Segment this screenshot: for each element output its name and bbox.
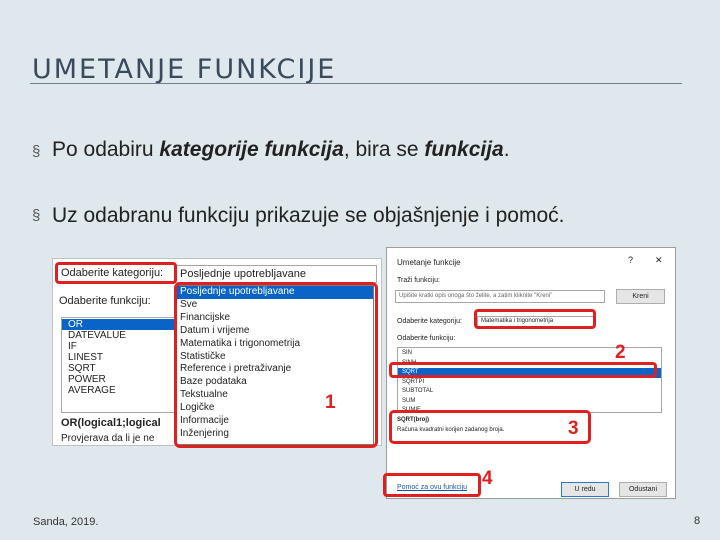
function-description: Provjerava da li je ne <box>61 433 155 444</box>
highlight-selected-function <box>389 362 657 378</box>
find-button[interactable]: Kreni <box>616 289 665 304</box>
bullet-marker: § <box>32 207 41 224</box>
callout-number: 3 <box>568 418 579 439</box>
bullet-text: Uz odabranu funkciju prikazuje se objašn… <box>52 204 565 227</box>
ok-button[interactable]: U redu <box>561 482 609 497</box>
footer-author: Sanda, 2019. <box>33 516 99 528</box>
list-item[interactable]: SUBTOTAL <box>398 387 661 397</box>
bullet-explanation-help: § Uz odabranu funkciju prikazuje se obja… <box>32 201 652 231</box>
close-icon[interactable]: ✕ <box>655 255 663 266</box>
callout-number: 1 <box>325 392 336 413</box>
list-item[interactable]: SUM <box>398 397 661 407</box>
callout-number: 4 <box>482 468 493 489</box>
function-label: Odaberite funkciju: <box>59 295 151 307</box>
highlight-category-dropdown <box>174 282 378 448</box>
dialog-title: Umetanje funkcije <box>397 258 461 267</box>
search-input[interactable]: Upišite kratki opis onoga što želite, a … <box>395 290 605 303</box>
title-divider <box>30 83 682 84</box>
function-label: Odaberite funkciju: <box>397 335 456 342</box>
search-label: Traži funkciju: <box>397 277 440 284</box>
bullet-marker: § <box>32 143 41 160</box>
highlight-category-label <box>55 262 177 284</box>
list-item[interactable]: SQRTPI <box>398 378 661 388</box>
highlight-help-link <box>383 473 481 497</box>
highlight-function-description <box>389 410 591 444</box>
callout-number: 2 <box>615 342 626 363</box>
bullet-text: Po odabiru kategorije funkcija, bira se … <box>52 138 510 161</box>
slide-title: UMETANJE FUNKCIJE <box>32 54 337 85</box>
bullet-category-function: § Po odabiru kategorije funkcija, bira s… <box>32 138 510 162</box>
page-number: 8 <box>694 515 701 527</box>
function-signature: OR(logical1;logical <box>61 417 161 429</box>
highlight-category-select <box>474 309 596 329</box>
category-label: Odaberite kategoriju: <box>397 318 462 325</box>
help-icon[interactable]: ? <box>628 255 633 265</box>
category-select[interactable]: Posljednje upotrebljavane <box>175 265 377 283</box>
cancel-button[interactable]: Odustani <box>619 482 667 497</box>
